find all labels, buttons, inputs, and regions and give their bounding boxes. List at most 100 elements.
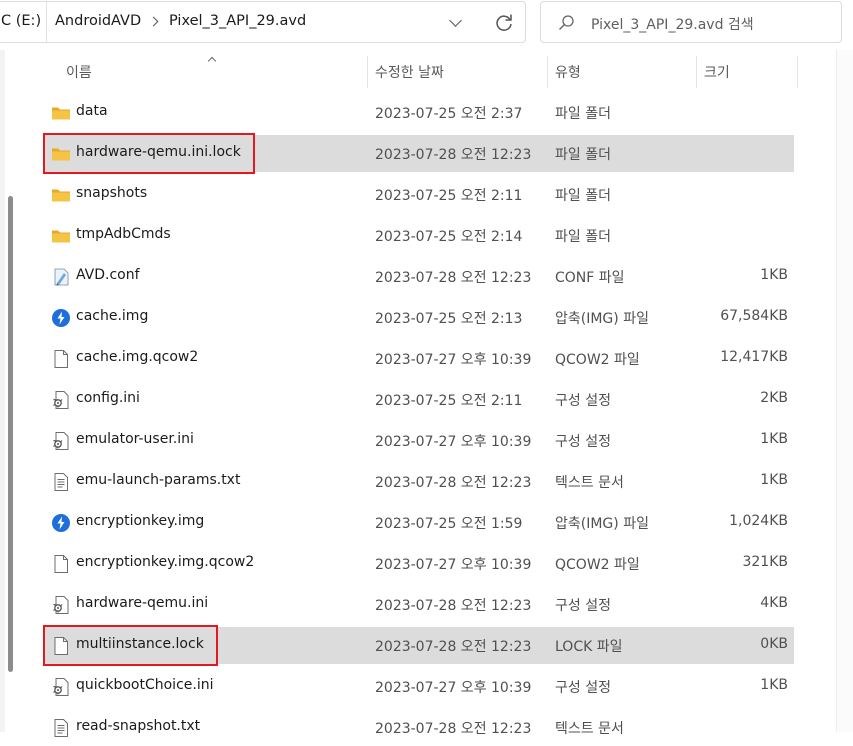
- column-header-size[interactable]: 크기: [704, 62, 730, 82]
- breadcrumb-current-folder[interactable]: Pixel_3_API_29.avd: [169, 13, 306, 29]
- settings-file-icon: [51, 431, 71, 451]
- column-header-date[interactable]: 수정한 날짜: [375, 62, 444, 82]
- file-type: 압축(IMG) 파일: [555, 516, 649, 532]
- file-size: 0KB: [760, 636, 788, 652]
- file-row[interactable]: cache.img.qcow2 2023-07-27 오후 10:39 QCOW2 …: [43, 340, 794, 377]
- chevron-right-icon[interactable]: [149, 15, 159, 29]
- disk-image-icon: [51, 513, 71, 533]
- file-name: emulator-user.ini: [76, 431, 194, 447]
- file-type: CONF 파일: [555, 270, 625, 286]
- file-type: 구성 설정: [555, 434, 611, 450]
- file-name: cache.img: [76, 308, 149, 324]
- file-row[interactable]: config.ini 2023-07-25 오전 2:11 구성 설정 2KB: [43, 381, 794, 418]
- address-bar[interactable]: C (E:) AndroidAVD Pixel_3_API_29.avd: [0, 1, 526, 43]
- file-date-modified: 2023-07-27 오후 10:39: [375, 434, 532, 450]
- file-row[interactable]: quickbootChoice.ini 2023-07-27 오후 10:39 구성…: [43, 668, 794, 705]
- file-row[interactable]: encryptionkey.img.qcow2 2023-07-27 오후 10:…: [43, 545, 794, 582]
- file-type: 텍스트 문서: [555, 721, 624, 737]
- search-box[interactable]: Pixel_3_API_29.avd 검색: [540, 1, 842, 43]
- file-date-modified: 2023-07-25 오전 2:11: [375, 188, 523, 204]
- file-row[interactable]: emu-launch-params.txt 2023-07-28 오전 12:23…: [43, 463, 794, 500]
- search-icon: [557, 13, 577, 33]
- file-list-scrollbar[interactable]: [836, 50, 853, 732]
- highlight-box: [43, 625, 218, 666]
- file-name: tmpAdbCmds: [76, 226, 171, 242]
- column-divider[interactable]: [696, 56, 697, 88]
- file-type: 파일 폴더: [555, 229, 611, 245]
- file-row[interactable]: hardware-qemu.ini 2023-07-28 오전 12:23 구성 설…: [43, 586, 794, 623]
- file-date-modified: 2023-07-28 오전 12:23: [375, 598, 532, 614]
- file-size: 12,417KB: [720, 349, 788, 365]
- file-size: 1KB: [760, 267, 788, 283]
- file-type: 구성 설정: [555, 598, 611, 614]
- file-type: 압축(IMG) 파일: [555, 311, 649, 327]
- file-type: 구성 설정: [555, 393, 611, 409]
- navigation-pane[interactable]: [0, 50, 5, 732]
- file-date-modified: 2023-07-28 오전 12:23: [375, 270, 532, 286]
- file-date-modified: 2023-07-28 오전 12:23: [375, 639, 532, 655]
- file-size: 1KB: [760, 472, 788, 488]
- file-size: 1,024KB: [729, 513, 788, 529]
- sort-ascending-icon: [206, 55, 218, 63]
- disk-image-icon: [51, 308, 71, 328]
- file-date-modified: 2023-07-27 오후 10:39: [375, 557, 532, 573]
- file-date-modified: 2023-07-27 오후 10:39: [375, 352, 532, 368]
- file-size: 1KB: [760, 677, 788, 693]
- settings-file-icon: [51, 677, 71, 697]
- file-type: 텍스트 문서: [555, 475, 624, 491]
- file-type: 파일 폴더: [555, 147, 611, 163]
- text-file-icon: [51, 472, 71, 492]
- folder-icon: [51, 185, 71, 205]
- file-name: data: [76, 103, 108, 119]
- file-row[interactable]: tmpAdbCmds 2023-07-25 오전 2:14 파일 폴더: [43, 217, 794, 254]
- settings-file-icon: [51, 390, 71, 410]
- file-date-modified: 2023-07-27 오후 10:39: [375, 680, 532, 696]
- blank-file-icon: [51, 554, 71, 574]
- file-name: config.ini: [76, 390, 140, 406]
- file-type: 파일 폴더: [555, 188, 611, 204]
- folder-icon: [51, 226, 71, 246]
- file-date-modified: 2023-07-28 오전 12:23: [375, 721, 532, 737]
- file-row[interactable]: data 2023-07-25 오전 2:37 파일 폴더: [43, 94, 794, 131]
- column-divider[interactable]: [547, 56, 548, 88]
- chevron-down-icon[interactable]: [442, 8, 472, 38]
- file-row[interactable]: encryptionkey.img 2023-07-25 오전 1:59 압축(IM…: [43, 504, 794, 541]
- file-size: 4KB: [760, 595, 788, 611]
- column-divider[interactable]: [797, 56, 798, 88]
- column-divider[interactable]: [367, 56, 368, 88]
- file-date-modified: 2023-07-25 오전 2:13: [375, 311, 523, 327]
- file-date-modified: 2023-07-25 오전 2:14: [375, 229, 523, 245]
- file-type: 구성 설정: [555, 680, 611, 696]
- file-name: cache.img.qcow2: [76, 349, 199, 365]
- blank-file-icon: [51, 349, 71, 369]
- breadcrumb-divider: [46, 2, 47, 42]
- file-date-modified: 2023-07-25 오전 2:37: [375, 106, 523, 122]
- file-row[interactable]: AVD.conf 2023-07-28 오전 12:23 CONF 파일 1KB: [43, 258, 794, 295]
- conf-file-icon: [51, 267, 71, 287]
- file-row[interactable]: snapshots 2023-07-25 오전 2:11 파일 폴더: [43, 176, 794, 213]
- file-row[interactable]: emulator-user.ini 2023-07-27 오후 10:39 구성 설…: [43, 422, 794, 459]
- file-type: 파일 폴더: [555, 106, 611, 122]
- file-date-modified: 2023-07-28 오전 12:23: [375, 147, 532, 163]
- file-row[interactable]: cache.img 2023-07-25 오전 2:13 압축(IMG) 파일 67,…: [43, 299, 794, 336]
- file-name: emu-launch-params.txt: [76, 472, 241, 488]
- breadcrumb-androidavd[interactable]: AndroidAVD: [55, 13, 141, 29]
- file-name: snapshots: [76, 185, 148, 201]
- refresh-icon[interactable]: [489, 8, 519, 38]
- file-type: QCOW2 파일: [555, 557, 640, 573]
- toolbar: C (E:) AndroidAVD Pixel_3_API_29.avd Pix…: [0, 0, 853, 50]
- navigation-scrollbar-thumb[interactable]: [8, 196, 13, 672]
- file-name: encryptionkey.img.qcow2: [76, 554, 255, 570]
- column-header-name[interactable]: 이름: [66, 62, 92, 82]
- file-date-modified: 2023-07-25 오전 2:11: [375, 393, 523, 409]
- column-header-type[interactable]: 유형: [555, 62, 581, 82]
- file-type: QCOW2 파일: [555, 352, 640, 368]
- search-placeholder[interactable]: Pixel_3_API_29.avd 검색: [591, 14, 754, 34]
- file-name: encryptionkey.img: [76, 513, 205, 529]
- settings-file-icon: [51, 595, 71, 615]
- text-file-icon: [51, 718, 71, 738]
- file-date-modified: 2023-07-25 오전 1:59: [375, 516, 523, 532]
- file-name: quickbootChoice.ini: [76, 677, 214, 693]
- breadcrumb-drive[interactable]: C (E:): [1, 13, 41, 29]
- file-row[interactable]: read-snapshot.txt 2023-07-28 오전 12:23 텍스트 …: [43, 709, 794, 746]
